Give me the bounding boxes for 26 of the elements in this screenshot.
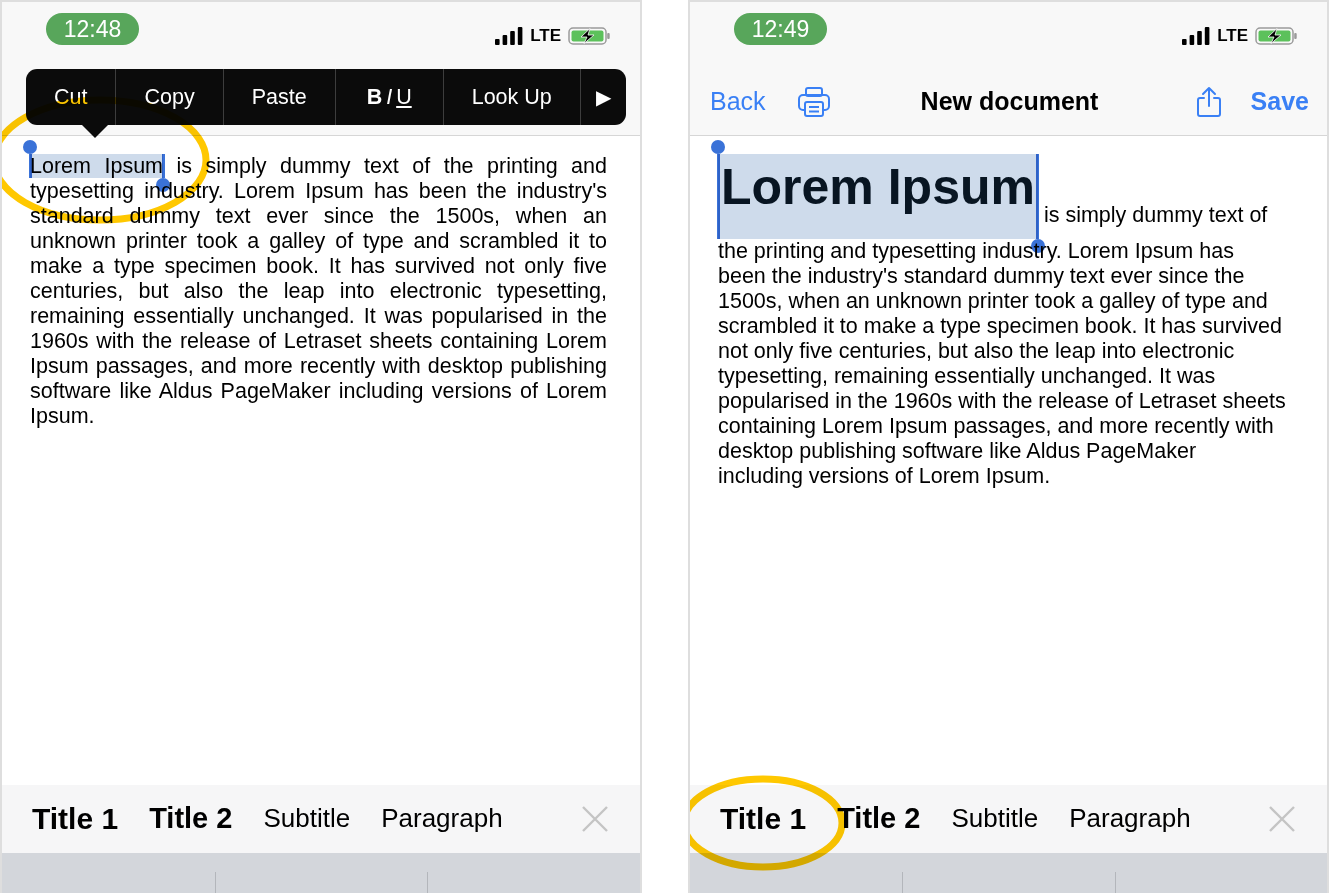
share-icon[interactable] bbox=[1195, 85, 1222, 118]
menu-item[interactable]: Copy bbox=[115, 69, 223, 125]
printer-icon[interactable] bbox=[796, 85, 831, 118]
menu-item[interactable]: Cut bbox=[26, 69, 116, 125]
menu-item[interactable]: Look Up bbox=[442, 69, 580, 125]
style-option[interactable]: Paragraph bbox=[1069, 804, 1191, 834]
style-option[interactable]: Title 1 bbox=[32, 801, 119, 837]
battery-charging-icon bbox=[568, 27, 610, 45]
signal-bars-icon bbox=[1182, 27, 1211, 45]
more-button[interactable]: ▶ bbox=[579, 69, 626, 125]
style-option[interactable]: Title 2 bbox=[149, 802, 233, 836]
style-option[interactable]: Subtitle bbox=[263, 804, 351, 834]
status-time: 12:48 bbox=[46, 13, 139, 45]
style-option[interactable]: Paragraph bbox=[381, 804, 503, 834]
style-option[interactable]: Subtitle bbox=[951, 804, 1039, 834]
save-button[interactable]: Save bbox=[1250, 87, 1309, 116]
signal-bars-icon bbox=[495, 27, 524, 45]
text-format-button[interactable]: B I U bbox=[334, 69, 443, 125]
document-title: New document bbox=[920, 87, 1099, 116]
status-time: 12:49 bbox=[734, 13, 827, 45]
back-button[interactable]: Back bbox=[710, 87, 766, 116]
menu-item[interactable]: Paste bbox=[222, 69, 335, 125]
network-label: LTE bbox=[530, 27, 561, 45]
network-label: LTE bbox=[1217, 27, 1248, 45]
battery-charging-icon bbox=[1255, 27, 1297, 45]
selection-handle[interactable] bbox=[711, 139, 725, 239]
